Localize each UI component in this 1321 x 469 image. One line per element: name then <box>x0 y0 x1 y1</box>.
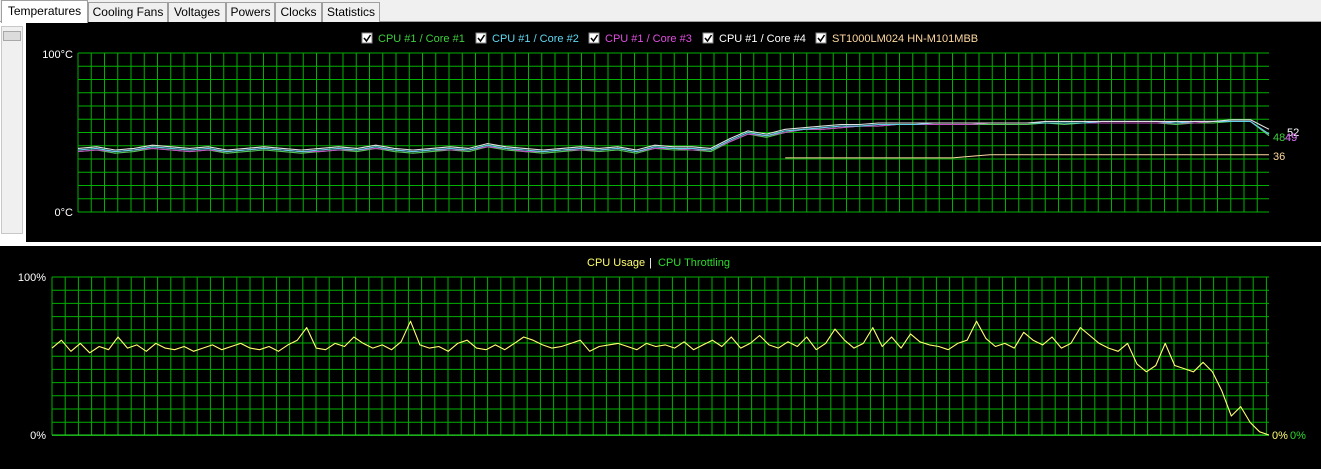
tab-cooling-fans[interactable]: Cooling Fans <box>88 2 168 22</box>
end-value-label: 49 <box>1285 132 1297 144</box>
end-value-label: 48 <box>1273 132 1285 144</box>
tab-statistics[interactable]: Statistics <box>322 2 380 22</box>
legend-label-cpu-1-core-4: CPU #1 / Core #4 <box>719 33 806 45</box>
legend-separator: | <box>649 257 652 269</box>
temperature-chart-panel: 100°C 0°C CPU #1 / Core #1 CPU #1 / Core #2… <box>26 22 1321 242</box>
scrollbar-thumb[interactable] <box>3 31 21 41</box>
end-value-label: 0% <box>1272 430 1288 442</box>
tab-powers[interactable]: Powers <box>226 2 275 22</box>
end-value-label: 36 <box>1273 151 1285 163</box>
legend-label-cpu-throttling: CPU Throttling <box>658 257 730 269</box>
series-line-cpu-usage <box>51 320 1270 436</box>
y-axis-min-label: 0°C <box>55 207 74 219</box>
tab-temperatures[interactable]: Temperatures <box>1 0 88 23</box>
legend-label-cpu-1-core-3: CPU #1 / Core #3 <box>605 33 692 45</box>
tab-bar: Temperatures Cooling Fans Voltages Power… <box>0 0 1321 23</box>
vertical-scrollbar[interactable] <box>1 26 23 234</box>
cpu-usage-chart: 100%0%CPU Usage | CPU Throttling0% 0% <box>18 257 1306 442</box>
tab-clocks[interactable]: Clocks <box>275 2 322 22</box>
temperature-chart: 100°C 0°C CPU #1 / Core #1 CPU #1 / Core #2… <box>42 32 1299 219</box>
legend-label-cpu-1-core-1: CPU #1 / Core #1 <box>378 33 465 45</box>
tab-voltages[interactable]: Voltages <box>168 2 226 22</box>
y-axis-min-label: 0% <box>30 430 46 442</box>
y-axis-max-label: 100°C <box>42 49 73 61</box>
y-axis-max-label: 100% <box>18 272 46 284</box>
end-value-label: 0% <box>1290 430 1306 442</box>
series-line-hdd <box>785 154 1269 159</box>
legend-label-st1000lm024-hn-m101mbb: ST1000LM024 HN-M101MBB <box>832 33 978 45</box>
legend-label-cpu-1-core-2: CPU #1 / Core #2 <box>492 33 579 45</box>
legend-label-cpu-usage: CPU Usage <box>587 257 645 269</box>
cpu-usage-chart-panel: 100% 0% CPU Usage | CPU Throttling 0% 0% <box>0 246 1321 469</box>
